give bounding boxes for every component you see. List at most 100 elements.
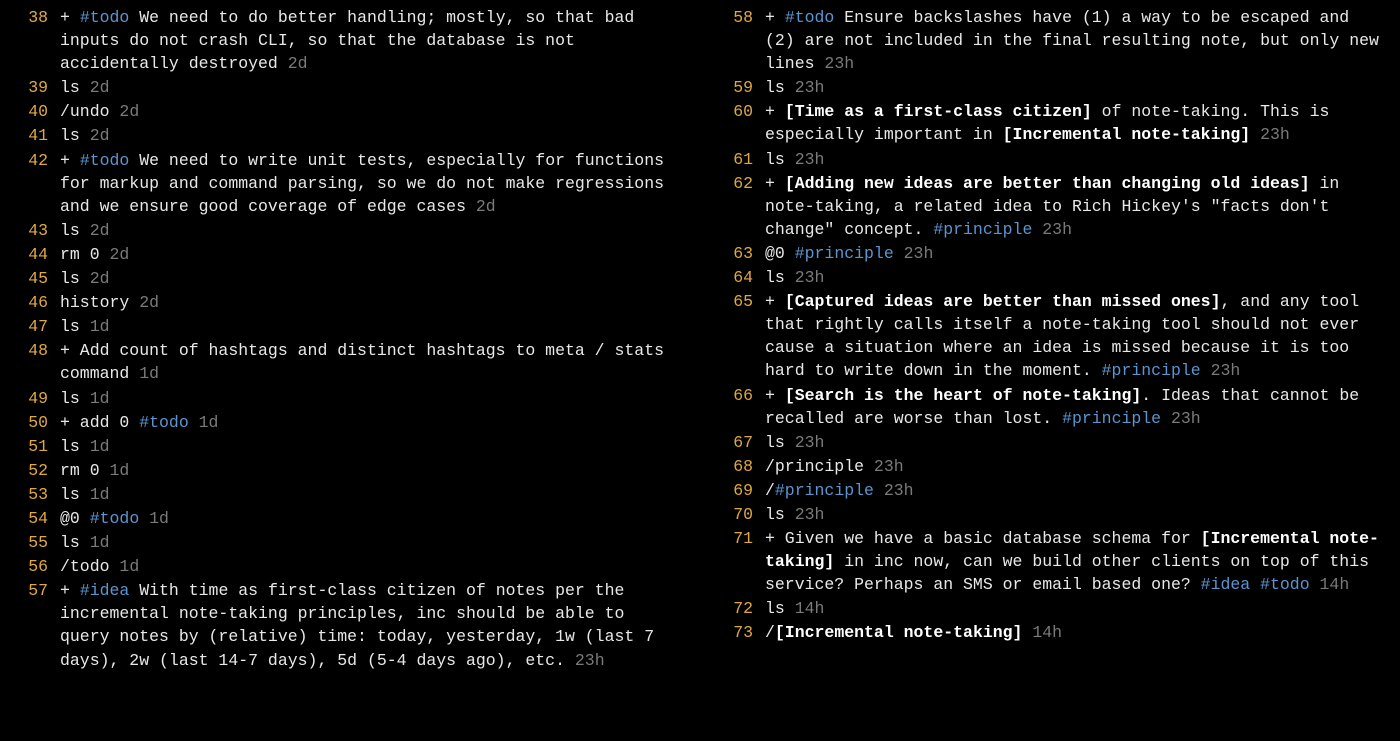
line-content: + #todo We need to do better handling; m… xyxy=(60,6,677,75)
history-entry: 45ls 2d xyxy=(4,267,677,290)
line-content: + add 0 #todo 1d xyxy=(60,411,677,434)
text-segment xyxy=(874,481,884,500)
history-entry: 50+ add 0 #todo 1d xyxy=(4,411,677,434)
line-content: ls 1d xyxy=(60,387,677,410)
text-segment: ls xyxy=(60,437,90,456)
line-number: 57 xyxy=(4,579,60,602)
line-number: 45 xyxy=(4,267,60,290)
link-token: [Incremental note-taking] xyxy=(775,623,1023,642)
text-segment: @0 xyxy=(60,509,90,528)
text-segment: @0 xyxy=(765,244,795,263)
history-entry: 48+ Add count of hashtags and distinct h… xyxy=(4,339,677,385)
timestamp: 2d xyxy=(90,269,110,288)
timestamp: 2d xyxy=(139,293,159,312)
text-segment: + xyxy=(765,174,785,193)
link-token: [Search is the heart of note-taking] xyxy=(785,386,1141,405)
line-content: + Given we have a basic database schema … xyxy=(765,527,1382,596)
text-segment xyxy=(1250,125,1260,144)
timestamp: 14h xyxy=(1320,575,1350,594)
text-segment: + xyxy=(765,386,785,405)
history-entry: 64ls 23h xyxy=(709,266,1382,289)
timestamp: 23h xyxy=(904,244,934,263)
line-number: 38 xyxy=(4,6,60,29)
line-number: 40 xyxy=(4,100,60,123)
line-content: ls 1d xyxy=(60,435,677,458)
line-number: 55 xyxy=(4,531,60,554)
text-segment: ls xyxy=(765,505,795,524)
line-content: ls 23h xyxy=(765,148,1382,171)
line-content: + #todo We need to write unit tests, esp… xyxy=(60,149,677,218)
line-number: 39 xyxy=(4,76,60,99)
text-segment: With time as first-class citizen of note… xyxy=(60,581,664,669)
text-segment: /todo xyxy=(60,557,119,576)
link-token: [Time as a first-class citizen] xyxy=(785,102,1092,121)
history-entry: 57+ #idea With time as first-class citiz… xyxy=(4,579,677,671)
text-segment: ls xyxy=(60,78,90,97)
line-content: /principle 23h xyxy=(765,455,1382,478)
text-segment: ls xyxy=(60,126,90,145)
timestamp: 23h xyxy=(575,651,605,670)
line-number: 63 xyxy=(709,242,765,265)
hashtag: #todo xyxy=(90,509,140,528)
line-number: 44 xyxy=(4,243,60,266)
history-entry: 59ls 23h xyxy=(709,76,1382,99)
history-entry: 72ls 14h xyxy=(709,597,1382,620)
timestamp: 1d xyxy=(139,364,159,383)
timestamp: 23h xyxy=(824,54,854,73)
text-segment: rm 0 xyxy=(60,245,110,264)
history-entry: 47ls 1d xyxy=(4,315,677,338)
text-segment xyxy=(894,244,904,263)
line-content: @0 #principle 23h xyxy=(765,242,1382,265)
line-number: 71 xyxy=(709,527,765,550)
history-entry: 68/principle 23h xyxy=(709,455,1382,478)
line-content: + #todo Ensure backslashes have (1) a wa… xyxy=(765,6,1382,75)
hashtag: #principle xyxy=(1062,409,1161,428)
hashtag: #principle xyxy=(1102,361,1201,380)
line-number: 43 xyxy=(4,219,60,242)
hashtag: #idea xyxy=(1201,575,1251,594)
history-entry: 56/todo 1d xyxy=(4,555,677,578)
link-token: [Incremental note-taking] xyxy=(1003,125,1251,144)
text-segment xyxy=(139,509,149,528)
line-content: rm 0 2d xyxy=(60,243,677,266)
text-segment: / xyxy=(765,623,775,642)
hashtag: #todo xyxy=(139,413,189,432)
timestamp: 23h xyxy=(874,457,904,476)
line-number: 53 xyxy=(4,483,60,506)
line-content: ls 1d xyxy=(60,315,677,338)
timestamp: 1d xyxy=(149,509,169,528)
line-number: 47 xyxy=(4,315,60,338)
history-entry: 69/#principle 23h xyxy=(709,479,1382,502)
hashtag: #todo xyxy=(80,8,130,27)
text-segment xyxy=(189,413,199,432)
history-entry: 40/undo 2d xyxy=(4,100,677,123)
line-number: 70 xyxy=(709,503,765,526)
line-content: ls 2d xyxy=(60,76,677,99)
text-segment: /principle xyxy=(765,457,874,476)
line-number: 41 xyxy=(4,124,60,147)
line-content: + [Captured ideas are better than missed… xyxy=(765,290,1382,382)
history-entry: 66+ [Search is the heart of note-taking]… xyxy=(709,384,1382,430)
line-content: ls 23h xyxy=(765,503,1382,526)
text-segment: + Given we have a basic database schema … xyxy=(765,529,1201,548)
timestamp: 2d xyxy=(119,102,139,121)
history-entry: 39ls 2d xyxy=(4,76,677,99)
line-number: 65 xyxy=(709,290,765,313)
text-segment: ls xyxy=(765,78,795,97)
line-number: 46 xyxy=(4,291,60,314)
history-entry: 70ls 23h xyxy=(709,503,1382,526)
line-content: + Add count of hashtags and distinct has… xyxy=(60,339,677,385)
timestamp: 14h xyxy=(1032,623,1062,642)
text-segment: ls xyxy=(765,268,795,287)
text-segment: + xyxy=(60,8,80,27)
text-segment xyxy=(1161,409,1171,428)
timestamp: 1d xyxy=(199,413,219,432)
history-entry: 65+ [Captured ideas are better than miss… xyxy=(709,290,1382,382)
history-entry: 54@0 #todo 1d xyxy=(4,507,677,530)
text-segment: ls xyxy=(765,599,795,618)
line-content: + [Time as a first-class citizen] of not… xyxy=(765,100,1382,146)
line-number: 68 xyxy=(709,455,765,478)
history-entry: 52rm 0 1d xyxy=(4,459,677,482)
text-segment: ls xyxy=(60,269,90,288)
hashtag: #idea xyxy=(80,581,130,600)
